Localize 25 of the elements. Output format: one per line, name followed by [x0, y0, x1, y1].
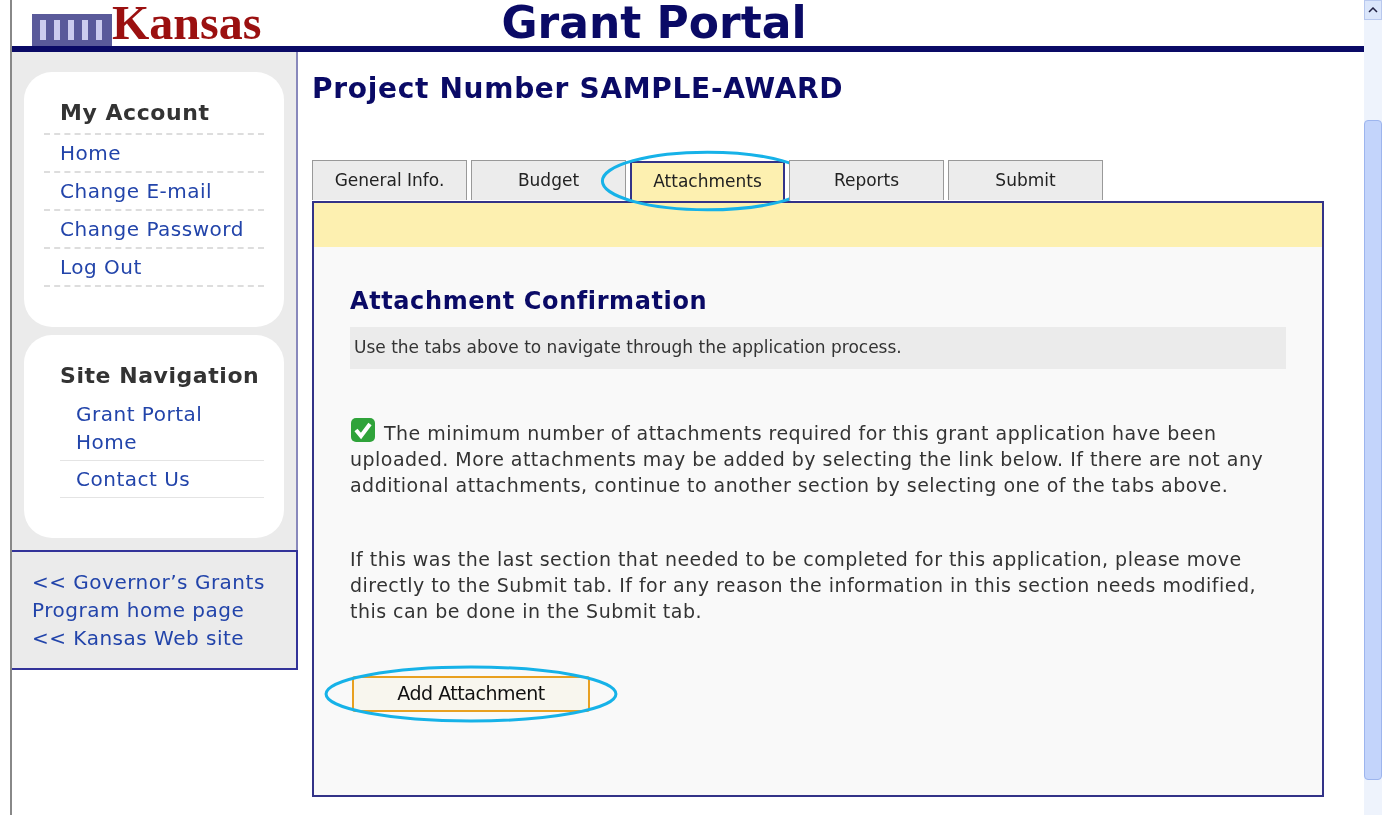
page-title: Project Number SAMPLE-AWARD — [312, 71, 845, 107]
sidebar-link[interactable]: Log Out — [44, 249, 264, 287]
note-paragraph: If this was the last section that needed to be completed for this application, please move directly to the Submit tab. If for any reason the information in this section needs modified, this can be done in the Submit tab. — [350, 546, 1257, 624]
section-title: Attachment Confirmation — [350, 286, 709, 317]
sidebar-link[interactable]: Change E-mail — [44, 173, 264, 211]
tab[interactable]: Reports — [789, 160, 944, 200]
instruction-bar: Use the tabs above to navigate through the application process. — [350, 327, 1286, 369]
sidebar-link[interactable]: Grant Portal Home — [60, 396, 264, 461]
sidebar-heading: Site Navigation — [59, 362, 261, 390]
portal-title: Grant Portal — [501, 0, 807, 46]
tab[interactable]: Submit — [948, 160, 1103, 200]
add-attachment-button[interactable]: Add Attachment — [352, 675, 590, 712]
tab[interactable]: Attachments — [630, 161, 785, 201]
status-message: The minimum number of attachments required for this grant application have been uploaded. More attachments may be added by selecting the link below. If there are not any additional attachments, continue to another section by selecting one of the tabs above. — [350, 416, 1286, 498]
footer-link[interactable]: << Governor’s Grants Program home page — [32, 568, 276, 624]
sidebar-link[interactable]: Home — [44, 135, 264, 173]
footer-link[interactable]: << Kansas Web site — [32, 624, 276, 652]
scroll-thumb[interactable] — [1364, 120, 1382, 780]
sidebar-link[interactable]: Contact Us — [60, 461, 264, 498]
tab[interactable]: General Info. — [312, 160, 467, 200]
state-wordmark: Kansas — [112, 0, 262, 46]
sidebar-link[interactable]: Change Password — [44, 211, 264, 249]
scroll-up-icon[interactable] — [1364, 0, 1382, 20]
tab[interactable]: Budget — [471, 160, 626, 200]
sidebar-heading: My Account — [44, 96, 264, 135]
